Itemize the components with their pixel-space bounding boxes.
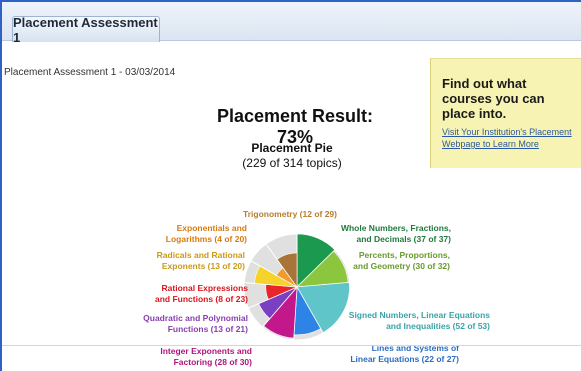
placement-pie-chart [243,233,351,341]
pie-label-line-1: Radicals and Rational [156,250,245,260]
pie-label-line-2: Functions (13 of 21) [167,324,248,334]
pie-label-radicals-and-rational-exponents: Radicals and Rational Exponents (13 of 20… [145,250,245,272]
pie-label-integer-exponents-and-factoring: Integer Exponents and Factoring (28 of 30… [152,346,252,368]
pie-label-signed-numbers-linear-equations-and-inequalities: Signed Numbers, Linear Equations and Ineq… [330,310,490,332]
bottom-divider [2,345,581,346]
pie-label-trigonometry: Trigonometry (12 of 29) [240,209,340,220]
pie-label-line-1: Rational Expressions [161,283,248,293]
pie-label-line-2: Exponents (13 of 20) [161,261,245,271]
pie-label-line-1: Quadratic and Polynomial [143,313,248,323]
pie-label-line-1: Whole Numbers, Fractions, [340,223,451,233]
pie-label-percents-proportions-and-geometry: Percents, Proportions, and Geometry (30 o… [340,250,450,272]
pie-label-whole-numbers-fractions-and-decimals: Whole Numbers, Fractions, and Decimals (3… [321,223,451,245]
pie-label-line-2: Linear Equations (22 of 27) [350,354,459,364]
pie-label-exponentials-and-logarithms: Exponentials and Logarithms (4 of 20) [147,223,247,245]
pie-label-line-1: Signed Numbers, Linear Equations [348,310,490,320]
pie-label-line-2: and Inequalities (52 of 53) [386,321,490,331]
pie-label-line-1: Integer Exponents and [160,346,252,356]
pie-label-line-2: Factoring (28 of 30) [173,357,252,367]
pie-label-line-2: and Decimals (37 of 37) [356,234,451,244]
pie-label-line-1: Exponentials and [176,223,247,233]
pie-label-line-2: and Functions (8 of 23) [154,294,248,304]
pie-label-quadratic-and-polynomial-functions: Quadratic and Polynomial Functions (13 of… [130,313,248,335]
pie-label-line-1: Trigonometry (12 of 29) [243,209,337,219]
pie-label-lines-and-systems-of-linear-equations: Lines and Systems of Linear Equations (22… [344,343,459,365]
pie-label-rational-expressions-and-functions: Rational Expressions and Functions (8 of … [140,283,248,305]
pie-label-line-2: Logarithms (4 of 20) [165,234,247,244]
pie-label-line-2: and Geometry (30 of 32) [353,261,450,271]
pie-label-line-1: Percents, Proportions, [358,250,450,260]
